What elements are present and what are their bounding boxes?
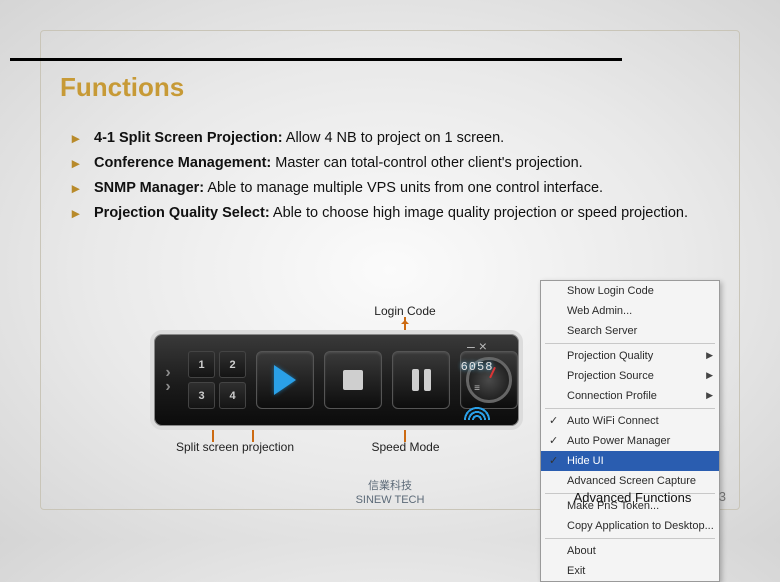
pause-button[interactable] [392,351,450,409]
stop-button[interactable] [324,351,382,409]
company-footer: 信業科技 SINEW TECH [305,480,475,508]
bullet-rest: Able to choose high image quality projec… [270,205,688,221]
bullet-bold: SNMP Manager: [94,180,204,196]
menu-item-projection-quality[interactable]: Projection Quality [541,346,719,366]
play-button[interactable] [256,351,314,409]
advanced-functions-label: Advanced Functions [545,490,720,505]
close-icon[interactable]: × [479,340,487,352]
bullet-bold: Conference Management: [94,155,271,171]
bullet-arrow-icon: ▸ [72,129,84,150]
bullet-item: ▸ Conference Management: Master can tota… [72,153,720,175]
page-number: 3 [719,489,726,504]
menu-item-auto-power[interactable]: Auto Power Manager [541,431,719,451]
callout-split-screen: Split screen projection [160,440,310,454]
bullet-arrow-icon: ▸ [72,179,84,200]
company-en: SINEW TECH [305,494,475,508]
minimize-icon[interactable]: – [467,340,475,352]
callout-speed-mode: Speed Mode [363,440,448,454]
split-screen-grid[interactable]: 1 2 3 4 [188,351,246,409]
menu-item-exit[interactable]: Exit [541,561,719,581]
slide-title: Functions [60,72,184,103]
split-cell-1[interactable]: 1 [188,351,215,378]
bullet-bold: Projection Quality Select: [94,205,270,221]
wifi-icon[interactable] [464,402,490,420]
menu-item-adv-capture[interactable]: Advanced Screen Capture [541,471,719,491]
menu-item-show-login-code[interactable]: Show Login Code [541,281,719,301]
menu-item-connection-profile[interactable]: Connection Profile [541,386,719,406]
bullet-item: ▸ Projection Quality Select: Able to cho… [72,203,720,225]
menu-item-auto-wifi[interactable]: Auto WiFi Connect [541,411,719,431]
bullet-arrow-icon: ▸ [72,154,84,175]
stop-icon [343,370,363,390]
bullet-item: ▸ SNMP Manager: Able to manage multiple … [72,178,720,200]
menu-item-about[interactable]: About [541,541,719,561]
bullet-bold: 4-1 Split Screen Projection: [94,130,283,146]
player-side-panel: – × 6058 ≡ [457,334,497,426]
title-rule [10,58,622,61]
bullet-list: ▸ 4-1 Split Screen Projection: Allow 4 N… [72,128,720,228]
menu-separator [545,343,715,344]
company-cn: 信業科技 [305,480,475,494]
login-code-display: 6058 [461,360,494,374]
play-icon [274,365,296,395]
menu-item-projection-source[interactable]: Projection Source [541,366,719,386]
bullet-rest: Able to manage multiple VPS units from o… [204,180,603,196]
bullet-item: ▸ 4-1 Split Screen Projection: Allow 4 N… [72,128,720,150]
menu-item-web-admin[interactable]: Web Admin... [541,301,719,321]
advanced-context-menu: Show Login Code Web Admin... Search Serv… [540,280,720,582]
split-cell-3[interactable]: 3 [188,382,215,409]
menu-separator [545,408,715,409]
menu-item-hide-ui[interactable]: Hide UI [541,451,719,471]
player-bar: ›› 1 2 3 4 – × 6058 ≡ [150,330,523,430]
bullet-arrow-icon: ▸ [72,204,84,225]
expand-chevrons-icon[interactable]: ›› [154,366,182,394]
pause-icon [412,369,431,391]
menu-separator [545,538,715,539]
split-cell-4[interactable]: 4 [219,382,246,409]
menu-item-copy-app[interactable]: Copy Application to Desktop... [541,516,719,536]
split-cell-2[interactable]: 2 [219,351,246,378]
bullet-rest: Allow 4 NB to project on 1 screen. [283,130,505,146]
menu-item-search-server[interactable]: Search Server [541,321,719,341]
menu-icon[interactable]: ≡ [474,383,480,394]
bullet-rest: Master can total-control other client's … [271,155,582,171]
